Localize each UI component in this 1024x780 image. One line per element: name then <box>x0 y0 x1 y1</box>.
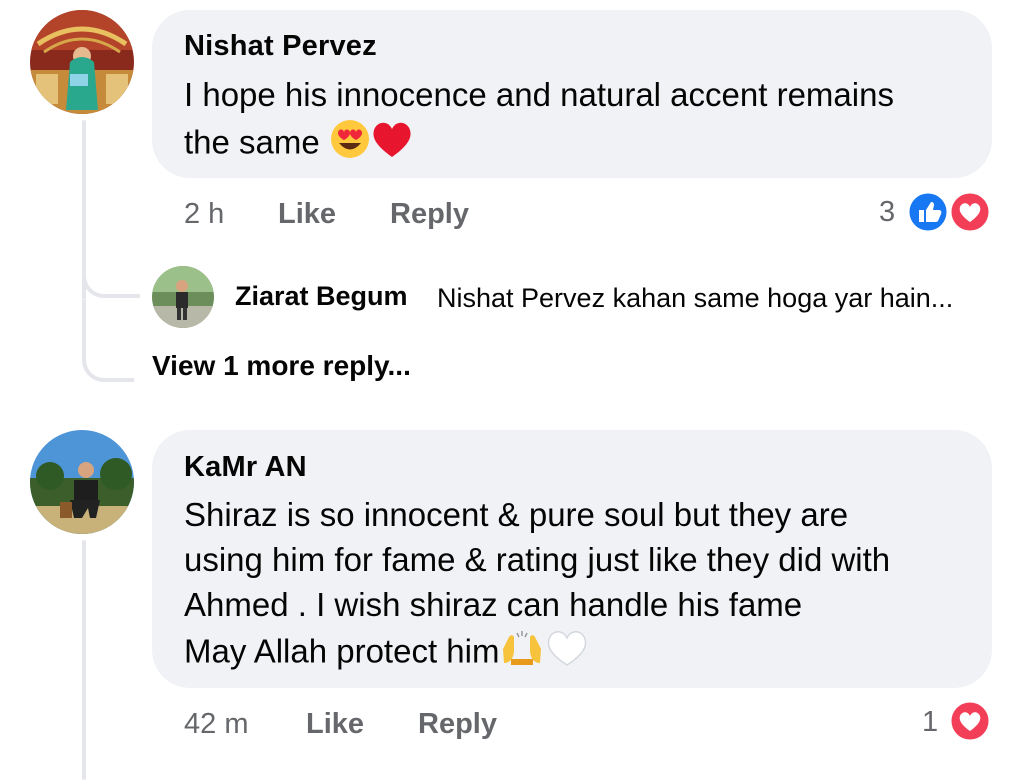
reply-author[interactable]: Ziarat Begum <box>235 281 408 312</box>
view-more-replies[interactable]: View 1 more reply... <box>152 350 411 382</box>
comment-text-part: May Allah protect him <box>184 632 500 670</box>
like-button[interactable]: Like <box>278 198 336 231</box>
avatar[interactable] <box>30 10 134 114</box>
white-heart-emoji <box>545 628 589 680</box>
love-reaction-icon[interactable] <box>948 190 992 239</box>
reply-text[interactable]: Nishat Pervez kahan same hoga yar hain..… <box>437 283 953 314</box>
comment-text-line: using him for fame & rating just like th… <box>184 541 891 578</box>
red-heart-emoji <box>371 119 413 171</box>
like-reaction-icon[interactable] <box>906 190 950 239</box>
comment-timestamp[interactable]: 2 h <box>184 198 224 231</box>
reaction-count[interactable]: 3 <box>879 196 895 229</box>
comment-timestamp[interactable]: 42 m <box>184 708 248 741</box>
comment-text-part: the same <box>184 123 320 161</box>
thread-line <box>82 540 86 780</box>
thread-connector <box>82 300 134 382</box>
reply-button[interactable]: Reply <box>390 198 469 231</box>
like-button[interactable]: Like <box>306 708 364 741</box>
raising-hands-emoji <box>499 631 545 677</box>
comment-text-line: Ahmed . I wish shiraz can handle his fam… <box>184 586 803 623</box>
comment-author[interactable]: Nishat Pervez <box>184 30 377 63</box>
comment-text-line: the same <box>184 118 413 172</box>
heart-eyes-emoji <box>329 118 371 172</box>
comment-text-line: May Allah protect him <box>184 628 589 680</box>
thread-connector <box>82 258 140 298</box>
comment-text-line: I hope his innocence and natural accent … <box>184 76 894 113</box>
love-reaction-icon[interactable] <box>948 699 992 748</box>
reaction-count[interactable]: 1 <box>922 706 938 739</box>
comment-text-line: Shiraz is so innocent & pure soul but th… <box>184 496 849 533</box>
reply-avatar[interactable] <box>152 266 214 328</box>
comment-author[interactable]: KaMr AN <box>184 451 307 484</box>
reply-button[interactable]: Reply <box>418 708 497 741</box>
avatar[interactable] <box>30 430 134 534</box>
